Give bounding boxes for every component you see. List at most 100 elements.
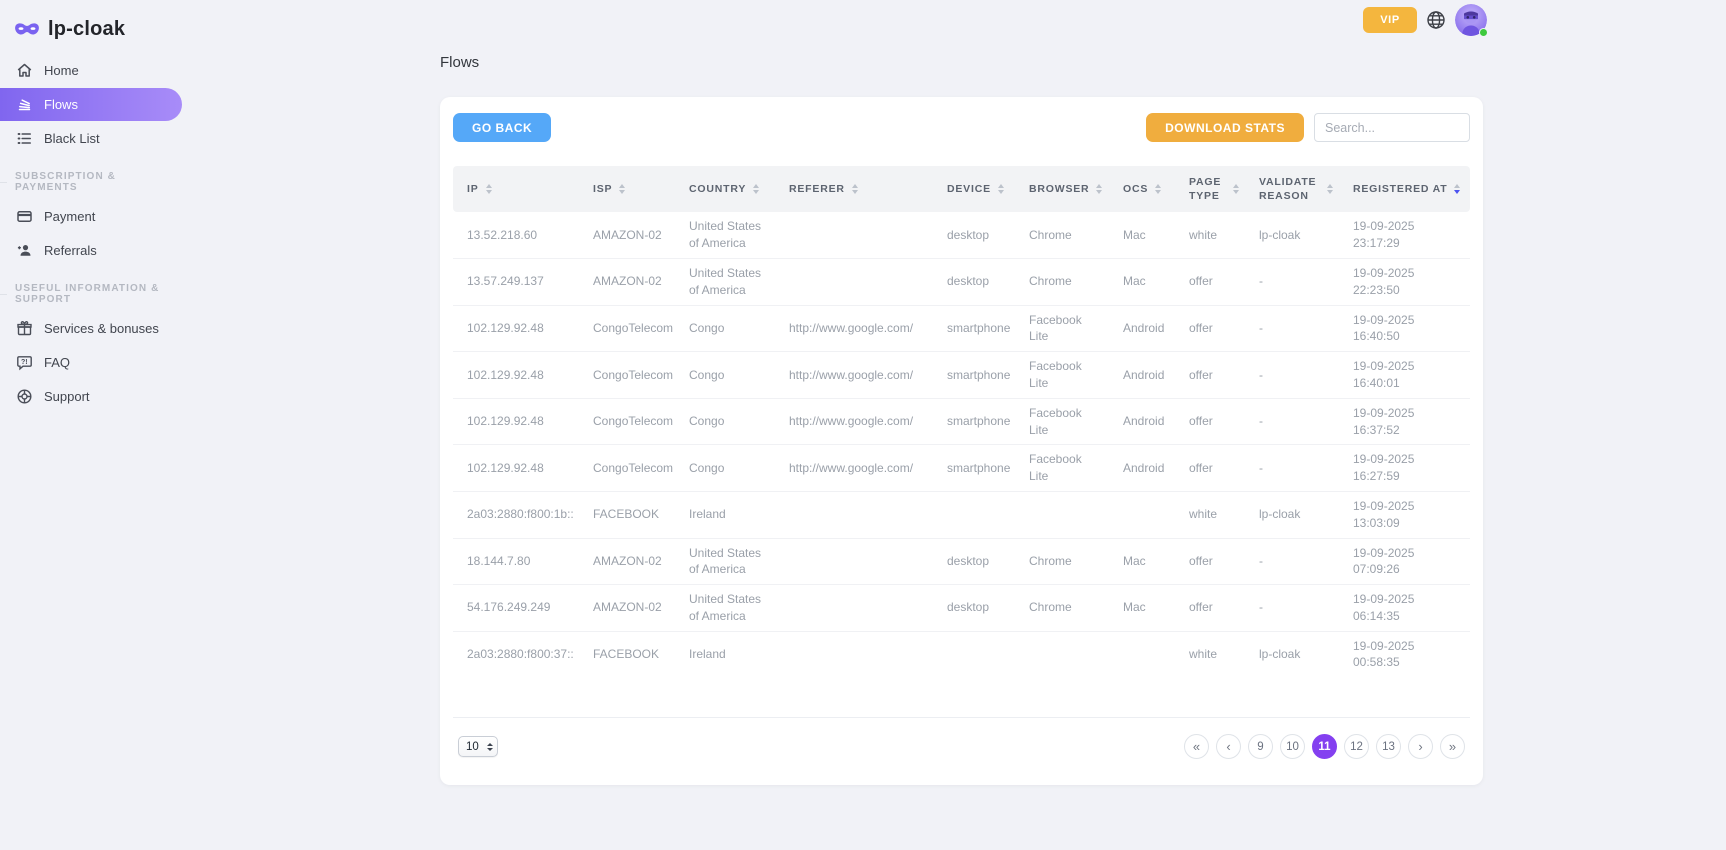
sidebar-item-referrals[interactable]: Referrals xyxy=(0,234,182,267)
cell-ocs: Android xyxy=(1109,398,1175,445)
table-row: 102.129.92.48CongoTelecomCongohttp://www… xyxy=(453,305,1470,352)
cell-validate-reason: - xyxy=(1245,258,1339,305)
page-number-10-button[interactable]: 10 xyxy=(1280,734,1305,759)
cell-registered-at: 19-09-202506:14:35 xyxy=(1339,585,1470,632)
column-header-browser[interactable]: BROWSER xyxy=(1015,166,1109,212)
cell-page-type: offer xyxy=(1175,305,1245,352)
page-number-11-button[interactable]: 11 xyxy=(1312,734,1337,759)
cell-isp: CongoTelecom xyxy=(579,352,675,399)
vip-button[interactable]: VIP xyxy=(1363,7,1417,33)
cell-ip: 2a03:2880:f800:1b:: xyxy=(453,491,579,538)
brand-logo[interactable]: lp-cloak xyxy=(0,0,200,46)
table-row: 13.57.249.137AMAZON-02United States of A… xyxy=(453,258,1470,305)
cell-device: smartphone xyxy=(933,445,1015,492)
cell-registered-at: 19-09-202522:23:50 xyxy=(1339,258,1470,305)
cell-country: United States of America xyxy=(675,258,775,305)
cell-referer: http://www.google.com/ xyxy=(775,398,933,445)
cell-ocs xyxy=(1109,491,1175,538)
sidebar-item-label: Flows xyxy=(44,97,78,112)
lifebuoy-icon xyxy=(16,388,33,405)
table-row: 102.129.92.48CongoTelecomCongohttp://www… xyxy=(453,445,1470,492)
column-label: REGISTERED AT xyxy=(1353,182,1447,196)
brand-name: lp-cloak xyxy=(48,18,125,41)
page-first-button[interactable]: « xyxy=(1184,734,1209,759)
column-header-ocs[interactable]: OCS xyxy=(1109,166,1175,212)
column-label: REFERER xyxy=(789,182,845,196)
sidebar-item-faq[interactable]: ?!FAQ xyxy=(0,346,182,379)
sidebar-item-services-bonuses[interactable]: Services & bonuses xyxy=(0,312,182,345)
cell-isp: FACEBOOK xyxy=(579,491,675,538)
cell-validate-reason: - xyxy=(1245,585,1339,632)
avatar[interactable] xyxy=(1455,4,1487,36)
cell-ip: 102.129.92.48 xyxy=(453,398,579,445)
flows-card: GO BACK DOWNLOAD STATS IP ISP COUNTRY REFER… xyxy=(440,97,1483,785)
table-row: 13.52.218.60AMAZON-02United States of Am… xyxy=(453,212,1470,258)
cell-browser: Chrome xyxy=(1015,258,1109,305)
cell-isp: CongoTelecom xyxy=(579,398,675,445)
page-size-select[interactable]: 10 xyxy=(458,736,498,757)
cell-device: smartphone xyxy=(933,398,1015,445)
cell-referer xyxy=(775,585,933,632)
cell-ip: 18.144.7.80 xyxy=(453,538,579,585)
sidebar-item-black-list[interactable]: Black List xyxy=(0,122,182,155)
cell-device: smartphone xyxy=(933,305,1015,352)
sort-icon xyxy=(619,184,625,194)
sort-icon xyxy=(1096,184,1102,194)
cell-validate-reason: lp-cloak xyxy=(1245,491,1339,538)
table-row: 2a03:2880:f800:37::FACEBOOKIrelandwhitel… xyxy=(453,631,1470,677)
globe-icon[interactable] xyxy=(1426,10,1446,30)
column-header-country[interactable]: COUNTRY xyxy=(675,166,775,212)
cell-validate-reason: lp-cloak xyxy=(1245,631,1339,677)
cell-validate-reason: - xyxy=(1245,445,1339,492)
column-header-device[interactable]: DEVICE xyxy=(933,166,1015,212)
download-stats-button[interactable]: DOWNLOAD STATS xyxy=(1146,113,1304,142)
sidebar: lp-cloak HomeFlowsBlack ListSubscription… xyxy=(0,0,200,850)
page-size-value: 10 xyxy=(466,741,479,753)
search-input[interactable] xyxy=(1314,113,1470,142)
column-header-referer[interactable]: REFERER xyxy=(775,166,933,212)
page-title: Flows xyxy=(440,54,479,71)
page-number-12-button[interactable]: 12 xyxy=(1344,734,1369,759)
pagination: « ‹ 9 10 11 12 13 › » xyxy=(1184,734,1465,759)
page-last-button[interactable]: » xyxy=(1440,734,1465,759)
cell-ocs: Android xyxy=(1109,352,1175,399)
column-header-ip[interactable]: IP xyxy=(453,166,579,212)
cell-device: desktop xyxy=(933,538,1015,585)
cell-isp: CongoTelecom xyxy=(579,305,675,352)
faq-bubble-icon: ?! xyxy=(16,354,33,371)
sidebar-item-flows[interactable]: Flows xyxy=(0,88,182,121)
cell-country: Congo xyxy=(675,305,775,352)
go-back-button[interactable]: GO BACK xyxy=(453,113,551,142)
credit-card-icon xyxy=(16,208,33,225)
column-header-registered-at[interactable]: REGISTERED AT xyxy=(1339,166,1470,212)
sidebar-item-home[interactable]: Home xyxy=(0,54,182,87)
table-row: 102.129.92.48CongoTelecomCongohttp://www… xyxy=(453,398,1470,445)
cell-validate-reason: - xyxy=(1245,398,1339,445)
cell-page-type: white xyxy=(1175,212,1245,258)
column-header-page-type[interactable]: PAGE TYPE xyxy=(1175,166,1245,212)
cell-isp: FACEBOOK xyxy=(579,631,675,677)
cell-browser: Facebook Lite xyxy=(1015,305,1109,352)
table-row: 18.144.7.80AMAZON-02United States of Ame… xyxy=(453,538,1470,585)
sidebar-item-label: Payment xyxy=(44,209,95,224)
column-label: ISP xyxy=(593,182,612,196)
sidebar-item-support[interactable]: Support xyxy=(0,380,182,413)
cell-browser: Facebook Lite xyxy=(1015,352,1109,399)
cell-device xyxy=(933,631,1015,677)
svg-text:?!: ?! xyxy=(21,359,28,366)
cell-registered-at: 19-09-202516:40:01 xyxy=(1339,352,1470,399)
column-header-isp[interactable]: ISP xyxy=(579,166,675,212)
page-number-9-button[interactable]: 9 xyxy=(1248,734,1273,759)
cell-ocs: Mac xyxy=(1109,538,1175,585)
page-next-button[interactable]: › xyxy=(1408,734,1433,759)
sidebar-item-label: Referrals xyxy=(44,243,97,258)
cell-device: smartphone xyxy=(933,352,1015,399)
column-header-validate-reason[interactable]: VALIDATE REASON xyxy=(1245,166,1339,212)
cell-browser: Chrome xyxy=(1015,212,1109,258)
cell-validate-reason: lp-cloak xyxy=(1245,212,1339,258)
sidebar-item-label: Services & bonuses xyxy=(44,321,159,336)
page-number-13-button[interactable]: 13 xyxy=(1376,734,1401,759)
sidebar-item-payment[interactable]: Payment xyxy=(0,200,182,233)
page-prev-button[interactable]: ‹ xyxy=(1216,734,1241,759)
toolbar-right: DOWNLOAD STATS xyxy=(1146,113,1470,142)
